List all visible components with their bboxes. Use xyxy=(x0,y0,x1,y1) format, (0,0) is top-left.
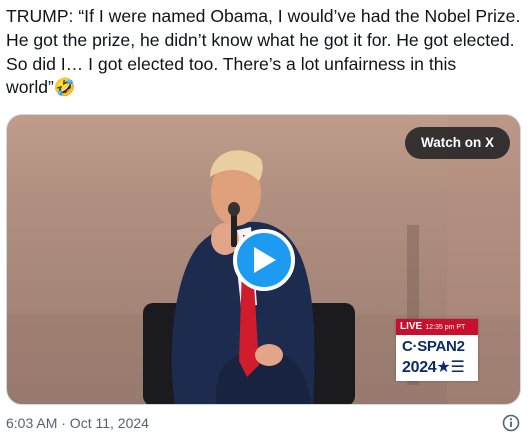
tweet-text: TRUMP: “If I were named Obama, I would’v… xyxy=(6,6,521,98)
cspan-overlay: LIVE 12:35 pm PT C·SPAN2 2024★☰ xyxy=(396,319,478,381)
video-player[interactable]: Watch on X LIVE 12:35 pm PT C·SPAN2 2024★… xyxy=(6,114,521,405)
live-badge: LIVE 12:35 pm PT xyxy=(396,319,478,335)
tweet-timestamp[interactable]: 6:03 AM · Oct 11, 2024 xyxy=(6,415,149,431)
info-icon[interactable] xyxy=(502,414,520,432)
live-time: 12:35 pm PT xyxy=(425,324,466,331)
live-label: LIVE xyxy=(400,321,423,332)
play-icon xyxy=(254,247,276,273)
network-logo: C·SPAN2 xyxy=(402,338,465,355)
play-button[interactable] xyxy=(233,229,295,291)
watch-on-x-button[interactable]: Watch on X xyxy=(405,127,510,159)
network-year: 2024★☰ xyxy=(402,359,465,376)
